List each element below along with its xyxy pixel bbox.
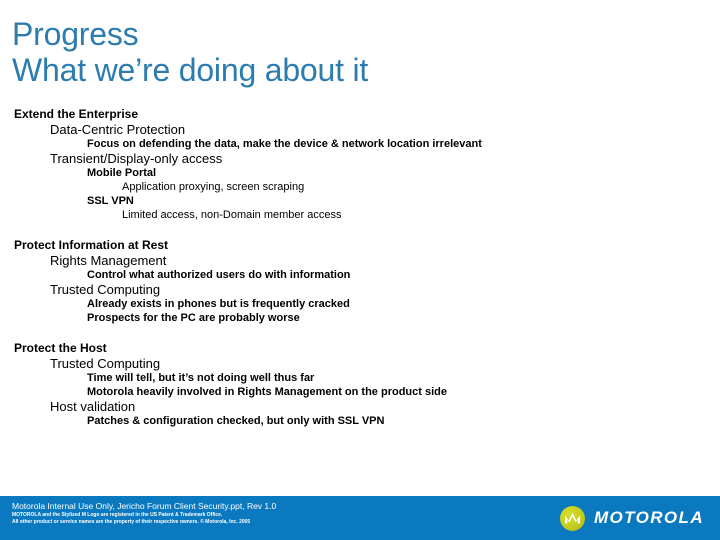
outline-item: Trusted Computing: [50, 282, 161, 297]
outline-item: Already exists in phones but is frequent…: [87, 298, 350, 310]
outline-item: Trusted Computing: [50, 356, 161, 371]
outline-group: Extend the Enterprise Data-Centric Prote…: [0, 106, 720, 222]
outline-item: Patches & configuration checked, but onl…: [87, 415, 385, 427]
outline-heading: Extend the Enterprise: [14, 107, 139, 121]
outline-item: Limited access, non-Domain member access: [122, 209, 342, 221]
outline-item: Focus on defending the data, make the de…: [87, 138, 482, 150]
outline-heading: Protect the Host: [14, 341, 107, 355]
slide-body-outline: Extend the Enterprise Data-Centric Prote…: [0, 106, 720, 428]
motorola-m-batwing-icon: [559, 505, 585, 531]
outline-group: Protect Information at Rest Rights Manag…: [0, 237, 720, 325]
page-title-line-2: What we’re doing about it: [12, 52, 369, 88]
motorola-wordmark: MOTOROLA: [593, 508, 704, 527]
outline-item: SSL VPN: [87, 195, 134, 207]
outline-item: Control what authorized users do with in…: [87, 269, 351, 281]
motorola-logo: MOTOROLA: [559, 504, 704, 532]
outline-item: Prospects for the PC are probably worse: [87, 312, 300, 324]
slide-title: Progress What we’re doing about it: [12, 16, 702, 88]
footer-trademark-line: MOTOROLA and the Stylized M Logo are reg…: [12, 512, 223, 518]
page-title-line-1: Progress: [12, 16, 139, 52]
outline-item: Time will tell, but it’s not doing well …: [87, 372, 315, 384]
footer-copyright-line: All other product or service names are t…: [12, 519, 251, 525]
slide-canvas: Progress What we’re doing about it Exten…: [0, 0, 720, 540]
outline-item: Data-Centric Protection: [50, 122, 186, 137]
outline-item: Application proxying, screen scraping: [122, 181, 305, 193]
outline-item: Motorola heavily involved in Rights Mana…: [87, 386, 447, 398]
slide-footer: Motorola Internal Use Only, Jericho Foru…: [0, 496, 720, 540]
footer-classification-line: Motorola Internal Use Only, Jericho Foru…: [12, 501, 277, 511]
footer-legal-text: Motorola Internal Use Only, Jericho Foru…: [12, 501, 442, 526]
outline-item: Mobile Portal: [87, 167, 157, 179]
outline-item: Host validation: [50, 399, 136, 414]
outline-heading: Protect Information at Rest: [14, 238, 169, 252]
outline-item: Rights Management: [50, 253, 167, 268]
outline-item: Transient/Display-only access: [50, 151, 223, 166]
outline-group: Protect the Host Trusted Computing Time …: [0, 340, 720, 428]
